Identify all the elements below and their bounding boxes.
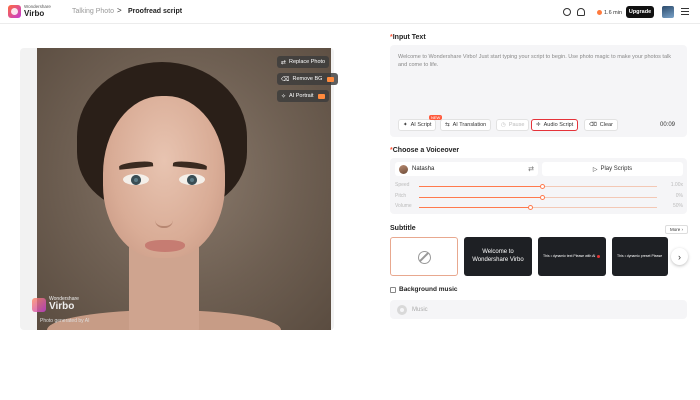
- eraser-icon: ⌫: [281, 76, 290, 83]
- replace-photo-label: Replace Photo: [289, 59, 326, 65]
- voice-avatar: [399, 164, 408, 174]
- page-title: Proofread script: [128, 8, 183, 15]
- audio-script-label: Audio Script: [543, 122, 574, 128]
- subtitle-style-preset[interactable]: This • dynamic preset Please: [612, 237, 668, 276]
- upgrade-button[interactable]: Upgrade: [626, 6, 654, 18]
- voiceover-heading: *Choose a Voiceover: [390, 147, 460, 154]
- voiceover-title: Choose a Voiceover: [392, 147, 460, 154]
- credit-value: 1.6 min: [604, 9, 623, 16]
- speed-slider[interactable]: [419, 184, 657, 189]
- menu-icon[interactable]: [681, 8, 689, 16]
- audio-script-button[interactable]: ✛ Audio Script: [531, 119, 579, 131]
- top-bar: Wondershare Virbo Talking Photo > Proofr…: [0, 0, 700, 24]
- watermark: Wondershare Virbo: [32, 297, 79, 312]
- volume-value: 50%: [672, 203, 683, 209]
- speed-label: Speed: [395, 182, 410, 188]
- volume-slider[interactable]: [419, 205, 657, 210]
- voice-name: Natasha: [412, 166, 435, 172]
- voiceover-panel: Natasha ⇄ ▷ Play Scripts Speed 1.00x Pit…: [390, 158, 687, 214]
- clear-button[interactable]: ⌫ Clear: [584, 119, 618, 131]
- translate-icon: ⇆: [445, 122, 450, 128]
- input-text-title: Input Text: [392, 34, 426, 41]
- pitch-value: 0%: [675, 193, 683, 199]
- subtitle-preview-text: This • dynamic preset Please: [617, 254, 663, 258]
- ai-icon: ✦: [403, 122, 408, 128]
- watermark-name: Virbo: [49, 301, 75, 312]
- voice-selector[interactable]: Natasha ⇄: [395, 162, 538, 176]
- credit-icon: [597, 10, 602, 15]
- subtitle-preview-line2: Wondershare Virbo: [472, 257, 524, 263]
- virbo-logo-icon: [8, 5, 21, 18]
- sparkle-icon: ✧: [281, 93, 287, 100]
- replace-icon: ⇄: [281, 59, 287, 66]
- remove-bg-label: Remove BG: [292, 76, 323, 82]
- music-selector[interactable]: Music: [390, 300, 687, 319]
- ai-portrait-label: AI Portrait: [289, 93, 314, 99]
- volume-slider-row: Volume 50%: [395, 203, 683, 211]
- pro-badge-icon: [327, 76, 335, 82]
- music-disc-icon: [397, 304, 407, 315]
- background-music-checkbox[interactable]: [390, 287, 396, 293]
- slider-handle[interactable]: [540, 195, 545, 200]
- play-icon: ▷: [592, 166, 598, 173]
- ai-translation-button[interactable]: ⇆ AI Translation: [440, 119, 492, 131]
- dot-icon: [597, 254, 601, 258]
- music-label: Music: [412, 306, 428, 313]
- virbo-logo-icon: [32, 297, 46, 312]
- pitch-label: Pitch: [395, 193, 407, 199]
- script-editor: Welcome to Wondershare Virbo! Just start…: [390, 45, 687, 137]
- ai-translation-label: AI Translation: [452, 122, 487, 128]
- subtitle-preview-text: This • dynamic text Please with AI: [543, 254, 596, 258]
- speed-value: 1.00x: [670, 182, 683, 188]
- pro-badge-icon: [318, 93, 326, 99]
- no-subtitle-icon: [418, 251, 431, 264]
- logo-name: Virbo: [24, 8, 45, 18]
- pitch-slider[interactable]: [419, 195, 657, 200]
- subtitle-title: Subtitle: [390, 225, 416, 232]
- audio-icon: ✛: [536, 122, 541, 128]
- headset-icon[interactable]: [577, 8, 585, 16]
- background-music-title: Background music: [399, 286, 458, 293]
- pause-label: Pause: [508, 122, 525, 128]
- eraser-icon: ⌫: [589, 122, 597, 128]
- script-duration: 00:09: [660, 122, 676, 128]
- ai-script-button[interactable]: ✦ AI Script NEW: [398, 115, 443, 131]
- volume-label: Volume: [395, 203, 412, 209]
- remove-bg-button[interactable]: ⌫ Remove BG: [277, 73, 339, 85]
- pitch-slider-row: Pitch 0%: [395, 193, 683, 201]
- more-label: More: [670, 227, 681, 232]
- credit-balance[interactable]: 1.6 min: [592, 6, 627, 19]
- slider-handle[interactable]: [528, 205, 533, 210]
- swap-icon[interactable]: ⇄: [528, 165, 534, 173]
- watermark-note: Photo generated by AI: [40, 318, 90, 324]
- speed-slider-row: Speed 1.00x: [395, 182, 683, 190]
- pause-button[interactable]: ◷ Pause: [496, 119, 530, 131]
- clear-label: Clear: [599, 122, 613, 128]
- clock-icon: ◷: [501, 122, 506, 128]
- app-logo[interactable]: Wondershare Virbo: [8, 5, 51, 18]
- subtitle-style-none[interactable]: [390, 237, 458, 276]
- subtitle-preview-line1: Welcome to: [482, 249, 514, 255]
- more-styles-button[interactable]: More ›: [665, 225, 689, 234]
- play-scripts-button[interactable]: ▷ Play Scripts: [542, 162, 683, 176]
- slider-handle[interactable]: [540, 184, 545, 189]
- breadcrumb-talking-photo[interactable]: Talking Photo: [72, 8, 114, 15]
- play-scripts-label: Play Scripts: [600, 166, 633, 172]
- chevron-right-icon: >: [117, 6, 122, 15]
- ai-portrait-button[interactable]: ✧ AI Portrait: [277, 90, 330, 102]
- user-avatar[interactable]: [662, 6, 674, 18]
- subtitle-style-classic[interactable]: Welcome to Wondershare Virbo: [464, 237, 532, 276]
- subtitle-style-dynamic[interactable]: This • dynamic text Please with AI: [538, 237, 606, 276]
- chevron-right-icon[interactable]: ›: [671, 248, 688, 265]
- ai-script-label: AI Script: [410, 122, 432, 128]
- help-icon[interactable]: [563, 8, 571, 16]
- replace-photo-button[interactable]: ⇄ Replace Photo: [277, 56, 330, 68]
- input-text-heading: *Input Text: [390, 34, 426, 41]
- script-textarea[interactable]: Welcome to Wondershare Virbo! Just start…: [398, 53, 680, 69]
